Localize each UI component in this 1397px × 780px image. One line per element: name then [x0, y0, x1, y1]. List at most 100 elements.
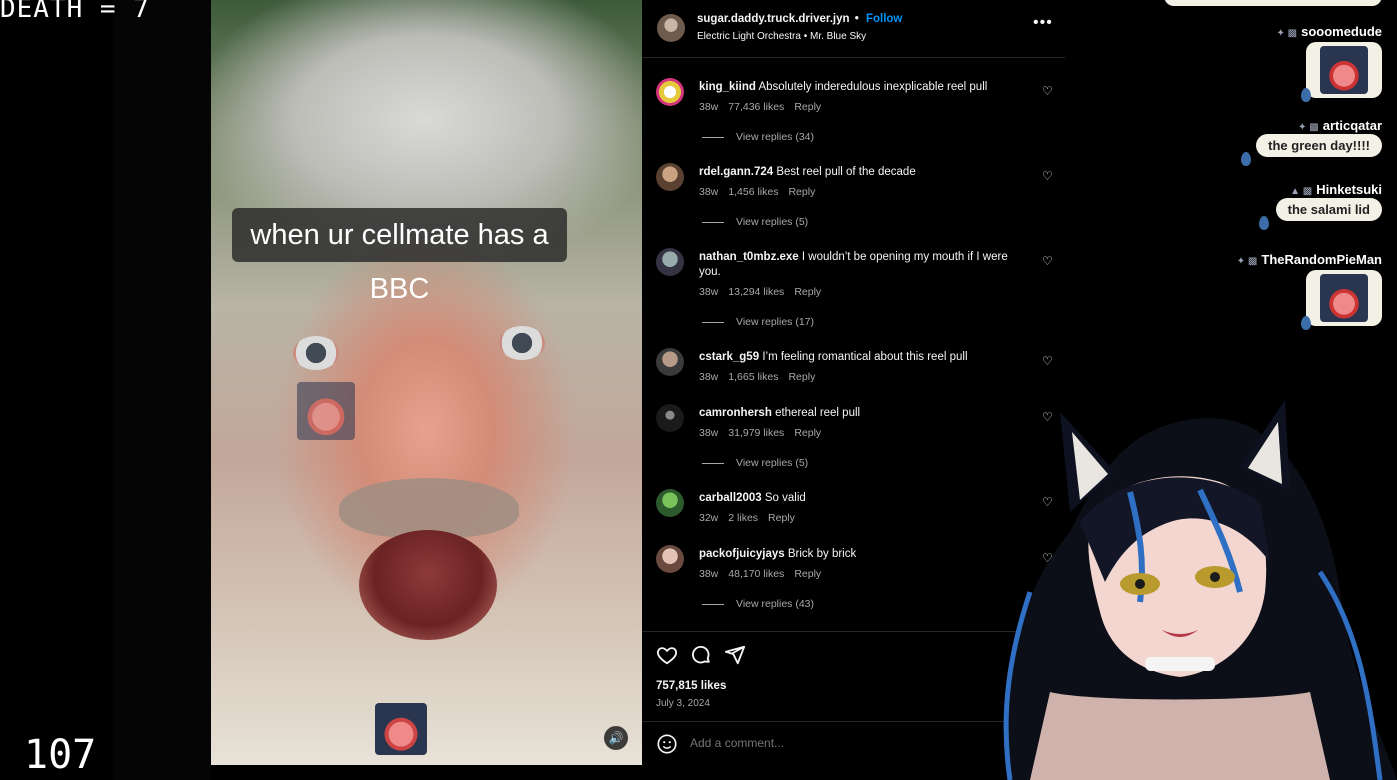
comment-body: I’m feeling romantical about this reel p…: [762, 351, 968, 363]
reply-button[interactable]: Reply: [794, 101, 821, 113]
divider: [702, 221, 724, 223]
post-date: July 3, 2024: [656, 698, 710, 709]
chat-message: the green day!!!!: [1256, 134, 1382, 157]
heart-icon[interactable]: ♡: [1042, 254, 1053, 268]
comment-likes[interactable]: 2 likes: [728, 512, 758, 524]
avatar[interactable]: [656, 348, 684, 376]
reply-button[interactable]: Reply: [768, 512, 795, 524]
heart-icon[interactable]: ♡: [1042, 84, 1053, 98]
comment-likes[interactable]: 1,665 likes: [728, 371, 778, 383]
comment-meta: 38w 1,456 likes Reply: [699, 186, 825, 198]
chat-badge-icon: ✦ ▩: [1276, 28, 1298, 39]
comment-username[interactable]: cstark_g59: [699, 351, 759, 363]
comment-username[interactable]: camronhersh: [699, 407, 772, 419]
comment-meta: 38w 31,979 likes Reply: [699, 427, 831, 439]
comment-age: 38w: [699, 427, 719, 439]
comment-username[interactable]: nathan_t0mbz.exe: [699, 251, 799, 263]
bottom-counter: 107: [24, 732, 97, 778]
comment-icon[interactable]: [690, 644, 712, 666]
comment-likes[interactable]: 31,979 likes: [728, 427, 784, 439]
comment-username[interactable]: rdel.gann.724: [699, 166, 773, 178]
heart-icon[interactable]: ♡: [1042, 354, 1053, 368]
reply-button[interactable]: Reply: [794, 286, 821, 298]
chat-username: ✦ ▩ articqatar: [1298, 118, 1382, 133]
view-replies-button[interactable]: View replies (17): [702, 316, 814, 328]
droplet-icon: [1241, 152, 1251, 166]
divider: [702, 321, 724, 323]
comment-likes[interactable]: 1,456 likes: [728, 186, 778, 198]
vtuber-avatar: [1003, 400, 1397, 780]
comment-text: cstark_g59 I’m feeling romantical about …: [699, 350, 1024, 365]
comment-likes[interactable]: 77,436 likes: [728, 101, 784, 113]
death-counter: DEATH = 7: [0, 0, 150, 24]
like-count[interactable]: 757,815 likes: [656, 680, 726, 692]
avatar[interactable]: [656, 545, 684, 573]
chat-username: ▲ ▩ Hinketsuki: [1290, 182, 1382, 197]
reply-button[interactable]: Reply: [794, 568, 821, 580]
audio-track[interactable]: Electric Light Orchestra • Mr. Blue Sky: [697, 31, 866, 42]
reply-button[interactable]: Reply: [788, 371, 815, 383]
comment-likes[interactable]: 13,294 likes: [728, 286, 784, 298]
avatar[interactable]: [656, 489, 684, 517]
droplet-icon: [1259, 216, 1269, 230]
divider: [702, 462, 724, 464]
chat-badge-icon: ✦ ▩: [1298, 122, 1319, 133]
comment-username[interactable]: king_kiind: [699, 81, 756, 93]
heart-icon[interactable]: [656, 644, 678, 666]
chat-username: ✦ ▩ sooomedude: [1276, 24, 1382, 39]
comment-username[interactable]: carball2003: [699, 492, 762, 504]
video-face-detail: [499, 326, 545, 360]
comment-body: Absolutely inderedulous inexplicable ree…: [758, 81, 988, 93]
view-replies-button[interactable]: View replies (34): [702, 131, 814, 143]
comment-meta: 38w 13,294 likes Reply: [699, 286, 831, 298]
comment-likes[interactable]: 48,170 likes: [728, 568, 784, 580]
separator-dot: •: [851, 13, 862, 25]
view-replies-button[interactable]: View replies (5): [702, 216, 808, 228]
reply-button[interactable]: Reply: [794, 427, 821, 439]
divider: [702, 136, 724, 138]
comment-text: king_kiind Absolutely inderedulous inexp…: [699, 80, 1024, 95]
avatar[interactable]: [656, 78, 684, 106]
video-face-detail: [339, 478, 519, 538]
speaker-icon[interactable]: 🔊: [604, 726, 628, 750]
chat-emote-message: [1306, 270, 1382, 326]
post-username[interactable]: sugar.daddy.truck.driver.jyn: [697, 13, 850, 25]
avatar[interactable]: [657, 14, 685, 42]
reel-video[interactable]: when ur cellmate has a BBC 🔊: [211, 0, 642, 765]
reply-button[interactable]: Reply: [788, 186, 815, 198]
emote-sticker: [297, 382, 355, 440]
stream-left-gutter: [0, 0, 211, 780]
view-replies-button[interactable]: View replies (43): [702, 598, 814, 610]
droplet-icon: [1301, 316, 1311, 330]
chat-username: ✦ ▩ TheRandomPieMan: [1236, 252, 1382, 267]
follow-button[interactable]: Follow: [866, 13, 902, 25]
comment-meta: 38w 1,665 likes Reply: [699, 371, 825, 383]
comment-meta: 38w 77,436 likes Reply: [699, 101, 831, 113]
video-face-detail: [293, 336, 339, 370]
comment-body: ethereal reel pull: [775, 407, 861, 419]
emoji-icon[interactable]: [656, 733, 678, 755]
comment-age: 38w: [699, 568, 719, 580]
chat-emote-message: [1306, 42, 1382, 98]
video-caption: when ur cellmate has a BBC: [232, 208, 567, 305]
share-icon[interactable]: [724, 644, 746, 666]
chat-bubble: [1164, 0, 1382, 6]
emote-image: [1320, 46, 1368, 94]
avatar[interactable]: [656, 248, 684, 276]
more-options-icon[interactable]: •••: [1033, 14, 1053, 32]
chat-badge-icon: ✦ ▩: [1236, 256, 1258, 267]
comment-body: So valid: [764, 492, 806, 504]
chat-badge-icon: ▲ ▩: [1290, 186, 1313, 197]
view-replies-button[interactable]: View replies (5): [702, 457, 808, 469]
comment-body: Brick by brick: [787, 548, 857, 560]
avatar[interactable]: [656, 163, 684, 191]
post-header: sugar.daddy.truck.driver.jyn • Follow El…: [642, 0, 1065, 58]
comment-age: 38w: [699, 286, 719, 298]
comment-username[interactable]: packofjuicyjays: [699, 548, 785, 560]
comment-age: 38w: [699, 371, 719, 383]
emote-image: [1320, 274, 1368, 322]
emote-sticker: [375, 703, 427, 755]
avatar[interactable]: [656, 404, 684, 432]
divider: [702, 603, 724, 605]
heart-icon[interactable]: ♡: [1042, 169, 1053, 183]
